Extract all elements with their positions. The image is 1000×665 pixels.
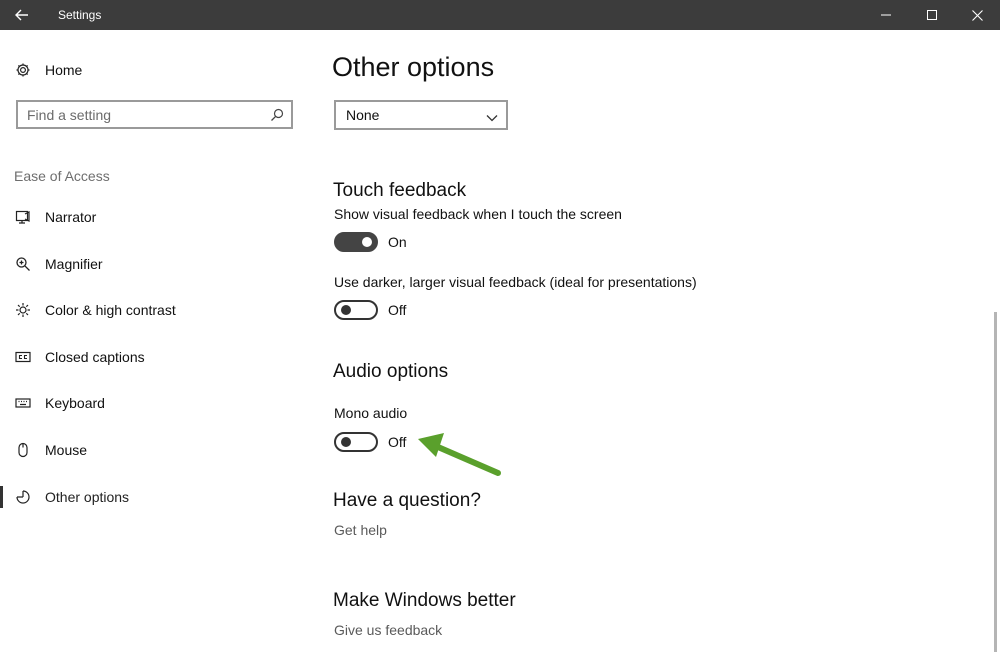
section-label: Ease of Access (14, 168, 110, 184)
close-icon (971, 9, 983, 21)
scrollbar[interactable] (994, 312, 997, 652)
question-heading: Have a question? (333, 490, 481, 511)
minimize-icon (881, 14, 891, 16)
toggle-knob (341, 305, 351, 315)
visual-feedback-toggle[interactable] (334, 232, 378, 252)
sidebar-item-label: Narrator (45, 209, 97, 225)
search-icon[interactable] (269, 107, 285, 123)
darker-feedback-label: Use darker, larger visual feedback (idea… (334, 274, 697, 290)
sidebar-item-label: Color & high contrast (45, 302, 176, 318)
closed-captions-icon (15, 349, 31, 365)
sidebar-item-label: Mouse (45, 442, 88, 458)
touch-feedback-heading: Touch feedback (333, 180, 467, 201)
options-dropdown[interactable]: None (334, 100, 508, 130)
sidebar-item-magnifier[interactable]: Magnifier (0, 252, 300, 276)
sidebar-item-label: Keyboard (45, 395, 105, 411)
toggle-knob (341, 437, 351, 447)
dropdown-value: None (346, 107, 380, 123)
window-title: Settings (58, 8, 102, 22)
sidebar-item-label: Closed captions (45, 349, 145, 365)
visual-feedback-state: On (388, 234, 407, 250)
maximize-icon (927, 10, 937, 20)
sidebar-item-closed-captions[interactable]: Closed captions (0, 345, 300, 369)
other-options-icon (15, 489, 31, 505)
brightness-icon (15, 302, 31, 318)
darker-feedback-toggle[interactable] (334, 300, 378, 320)
mono-audio-toggle[interactable] (334, 432, 378, 452)
visual-feedback-label: Show visual feedback when I touch the sc… (334, 206, 622, 222)
sidebar-item-narrator[interactable]: Narrator (0, 205, 300, 229)
toggle-knob (362, 237, 372, 247)
sidebar-item-home[interactable]: Home (0, 58, 300, 82)
give-feedback-link[interactable]: Give us feedback (334, 622, 442, 638)
mono-audio-label: Mono audio (334, 405, 408, 421)
chevron-down-icon (486, 110, 498, 122)
sidebar-item-label: Other options (45, 489, 130, 505)
sidebar-item-keyboard[interactable]: Keyboard (0, 391, 300, 415)
minimize-button[interactable] (863, 0, 909, 30)
get-help-link[interactable]: Get help (334, 522, 387, 538)
sidebar-item-color-high-contrast[interactable]: Color & high contrast (0, 298, 300, 322)
page-title: Other options (332, 52, 495, 82)
search-input[interactable] (18, 102, 267, 127)
mouse-icon (15, 442, 31, 458)
title-bar: Settings (0, 0, 1000, 30)
darker-feedback-state: Off (388, 302, 407, 318)
active-indicator (0, 486, 3, 508)
maximize-button[interactable] (909, 0, 955, 30)
make-windows-better-heading: Make Windows better (333, 590, 516, 611)
annotation-arrow-icon (418, 433, 501, 476)
narrator-icon (15, 209, 31, 225)
back-arrow-icon (15, 9, 28, 21)
sidebar: Home Ease of Access Narrator Magnifie (0, 30, 310, 665)
back-button[interactable] (0, 0, 44, 30)
gear-icon (15, 62, 31, 78)
keyboard-icon (15, 395, 31, 411)
search-box[interactable] (16, 100, 293, 129)
main-content: Other options None Touch feedback Show v… (310, 30, 990, 665)
audio-options-heading: Audio options (333, 361, 449, 382)
mono-audio-state: Off (388, 434, 407, 450)
sidebar-item-label: Home (45, 62, 83, 78)
magnifier-icon (15, 256, 31, 272)
sidebar-item-label: Magnifier (45, 256, 103, 272)
sidebar-item-mouse[interactable]: Mouse (0, 438, 300, 462)
close-button[interactable] (954, 0, 1000, 30)
sidebar-item-other-options[interactable]: Other options (0, 485, 300, 509)
